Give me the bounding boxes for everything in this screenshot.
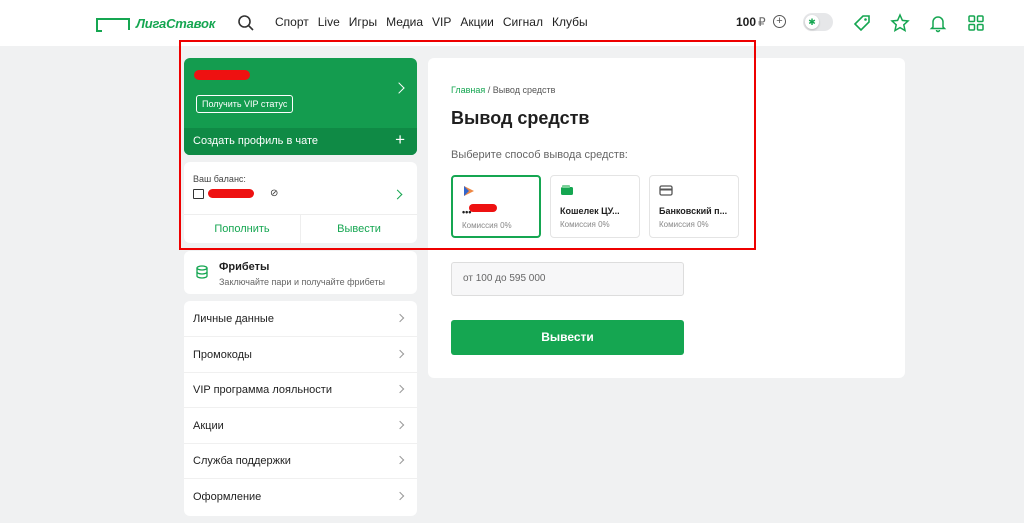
bell-icon[interactable] [928, 13, 948, 33]
redacted-method-name [469, 204, 497, 212]
grid-icon[interactable] [966, 13, 986, 33]
coupon-icon[interactable] [852, 13, 872, 33]
nav-media[interactable]: Медиа [386, 15, 423, 29]
chat-profile-label: Создать профиль в чате [193, 135, 318, 147]
search-icon[interactable] [237, 14, 255, 32]
breadcrumb-current: Вывод средств [492, 85, 556, 95]
topup-button[interactable]: Пополнить [184, 215, 301, 244]
main-nav: Спорт Live Игры Медиа VIP Акции Сигнал К… [275, 15, 597, 29]
menu-item-vip-program[interactable]: VIP программа лояльности [184, 372, 417, 408]
nav-promo[interactable]: Акции [460, 15, 494, 29]
menu-item-promocodes[interactable]: Промокоды [184, 337, 417, 373]
nav-clubs[interactable]: Клубы [552, 15, 588, 29]
account-menu: Личные данные Промокоды VIP программа ло… [184, 301, 417, 516]
chevron-right-icon [395, 491, 405, 501]
nav-signal[interactable]: Сигнал [503, 15, 543, 29]
balance-amount: 100 [736, 15, 757, 29]
breadcrumb-separator: / [485, 85, 493, 95]
breadcrumb: Главная / Вывод средств [451, 85, 555, 95]
method-card-wallet[interactable]: Кошелек ЦУ... Комиссия 0% [550, 175, 640, 238]
logo-mark [96, 18, 130, 32]
coins-icon [196, 265, 208, 279]
freebets-title: Фрибеты [219, 261, 270, 273]
nav-sport[interactable]: Спорт [275, 15, 309, 29]
page-title: Вывод средств [451, 108, 590, 128]
method-commission: Комиссия 0% [659, 220, 709, 229]
redacted-username [194, 70, 250, 80]
withdraw-link-button[interactable]: Вывести [301, 215, 417, 244]
logo-text: ЛигаСтавок [136, 15, 216, 31]
header-balance[interactable]: 100 ₽ [736, 15, 766, 29]
menu-item-label: Личные данные [193, 313, 274, 325]
bank-card-icon [659, 185, 673, 196]
menu-item-appearance[interactable]: Оформление [184, 479, 417, 514]
balance-currency: ₽ [758, 15, 766, 29]
chevron-right-icon [395, 420, 405, 430]
freebets-card[interactable]: Фрибеты Заключайте пари и получайте фриб… [184, 251, 417, 294]
nav-vip[interactable]: VIP [432, 15, 451, 29]
redacted-balance [208, 189, 254, 198]
method-prompt: Выберите способ вывода средств: [451, 149, 628, 161]
method-commission: Комиссия 0% [462, 221, 512, 230]
method-commission: Комиссия 0% [560, 220, 610, 229]
chevron-right-icon [395, 313, 405, 323]
method-name: Кошелек ЦУ... [560, 206, 620, 216]
menu-item-label: VIP программа лояльности [193, 384, 332, 396]
plus-icon[interactable]: + [395, 131, 405, 148]
menu-item-label: Оформление [193, 491, 262, 503]
profile-card[interactable]: Получить VIP статус Создать профиль в ча… [184, 58, 417, 155]
top-bar: ЛигаСтавок Спорт Live Игры Медиа VIP Акц… [0, 0, 1024, 46]
balance-label: Ваш баланс: [193, 174, 246, 184]
balance-row: ⊘ [193, 188, 278, 199]
chevron-right-icon [395, 349, 405, 359]
chevron-right-icon [395, 384, 405, 394]
wallet-icon [561, 185, 573, 195]
play-icon [464, 186, 474, 196]
menu-item-personal-data[interactable]: Личные данные [184, 301, 417, 337]
withdraw-submit-button[interactable]: Вывести [451, 320, 684, 355]
star-icon[interactable] [890, 13, 910, 33]
get-vip-button[interactable]: Получить VIP статус [196, 95, 294, 113]
freebets-subtitle: Заключайте пари и получайте фрибеты [219, 277, 385, 287]
create-chat-profile-row[interactable]: Создать профиль в чате + [184, 128, 417, 155]
menu-item-promotions[interactable]: Акции [184, 408, 417, 444]
theme-toggle[interactable]: ✱ [803, 13, 833, 31]
nav-live[interactable]: Live [318, 15, 340, 29]
nav-games[interactable]: Игры [349, 15, 377, 29]
wallet-icon [193, 188, 204, 199]
withdraw-panel: Главная / Вывод средств Вывод средств Вы… [428, 58, 905, 378]
logo[interactable]: ЛигаСтавок [96, 14, 215, 32]
chevron-right-icon[interactable] [392, 189, 403, 200]
method-card-selected[interactable]: ••• Комиссия 0% [451, 175, 541, 238]
amount-input[interactable]: от 100 до 595 000 [451, 262, 684, 296]
menu-item-label: Промокоды [193, 349, 252, 361]
method-name: Банковский п... [659, 206, 728, 216]
eye-off-icon[interactable]: ⊘ [270, 188, 278, 199]
chevron-right-icon[interactable] [393, 82, 405, 94]
menu-item-label: Служба поддержки [193, 455, 291, 467]
menu-item-support[interactable]: Служба поддержки [184, 443, 417, 479]
balance-actions: Пополнить Вывести [184, 214, 417, 244]
plus-circle-icon[interactable]: + [773, 15, 786, 28]
balance-card: Ваш баланс: ⊘ Пополнить Вывести [184, 162, 417, 244]
breadcrumb-home[interactable]: Главная [451, 85, 485, 95]
chevron-right-icon [395, 455, 405, 465]
toggle-knob: ✱ [805, 15, 819, 29]
method-card-bank[interactable]: Банковский п... Комиссия 0% [649, 175, 739, 238]
menu-item-label: Акции [193, 420, 224, 432]
